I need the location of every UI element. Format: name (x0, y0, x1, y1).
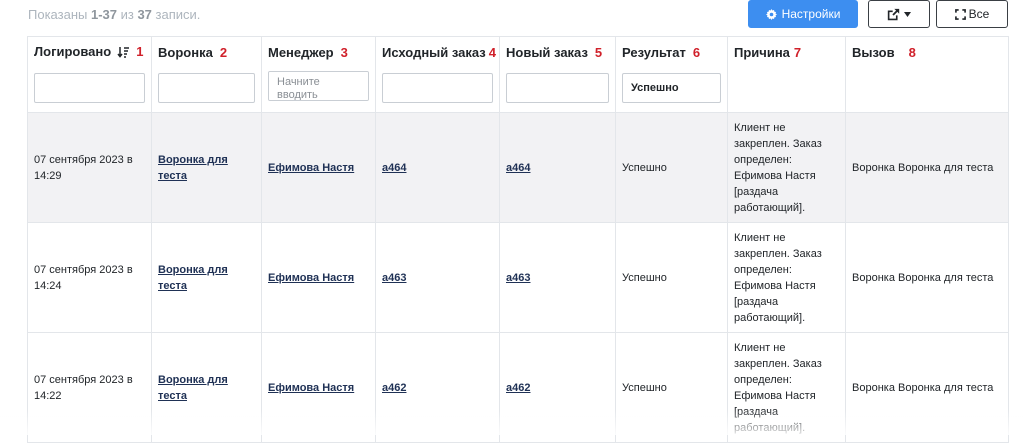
cell-manager: Ефимова Настя (261, 112, 376, 223)
column-header-manager[interactable]: Менеджер 3 (261, 36, 376, 69)
filter-manager-input[interactable] (268, 70, 369, 101)
column-label: Менеджер (268, 45, 334, 61)
column-number: 3 (340, 45, 348, 61)
column-header-logged[interactable]: Логировано 1 (27, 36, 152, 69)
filter-new-order-input[interactable] (506, 73, 609, 104)
cell-reason: Клиент не закреплен. Заказ определен: Еф… (727, 112, 846, 223)
filter-logged-input[interactable] (34, 73, 145, 104)
count-range: 1-37 (90, 7, 117, 22)
cell-source-order: a464 (375, 112, 500, 223)
new-order-link[interactable]: a464 (506, 162, 530, 174)
cell-funnel: Воронка для теста (151, 222, 262, 333)
table-row: 07 сентября 2023 в 14:29 Воронка для тес… (27, 112, 1009, 223)
filter-row: Успешно (27, 68, 1009, 113)
count-middle: из (117, 7, 138, 22)
column-label: Новый заказ (506, 45, 588, 61)
column-header-reason[interactable]: Причина 7 (727, 36, 846, 69)
count-prefix: Показаны (28, 7, 91, 22)
manager-link[interactable]: Ефимова Настя (268, 382, 354, 394)
filter-result-value: Успешно (631, 82, 679, 95)
manager-link[interactable]: Ефимова Настя (268, 162, 354, 174)
cell-new-order: a464 (499, 112, 616, 223)
source-order-link[interactable]: a463 (382, 272, 406, 284)
filter-cell (375, 68, 500, 113)
column-number: 6 (692, 45, 701, 61)
log-table: Логировано 1 Воронка 2 Менеджер 3 Исходный … (27, 36, 1009, 443)
toolbar: Показаны 1-37 из 37 записи. Настройки Вс… (0, 0, 1024, 36)
fullscreen-icon (954, 8, 966, 20)
filter-cell (261, 68, 376, 113)
cell-new-order: a463 (499, 222, 616, 333)
column-number: 7 (793, 45, 802, 61)
header-row: Логировано 1 Воронка 2 Менеджер 3 Исходный … (27, 36, 1009, 69)
cell-source-order: a463 (375, 222, 500, 333)
count-total: 37 (137, 7, 152, 22)
column-label: Исходный заказ (382, 45, 486, 61)
filter-cell (499, 68, 616, 113)
filter-source-order-input[interactable] (382, 73, 493, 104)
table-row: 07 сентября 2023 в 14:24 Воронка для тес… (27, 222, 1009, 333)
cell-funnel: Воронка для теста (151, 112, 262, 223)
column-number: 4 (488, 45, 496, 61)
manager-link[interactable]: Ефимова Настя (268, 272, 354, 284)
gear-icon (765, 8, 777, 20)
show-all-label: Все (968, 7, 990, 21)
funnel-link[interactable]: Воронка для теста (158, 374, 228, 402)
column-label: Логировано (34, 44, 112, 60)
new-order-link[interactable]: a462 (506, 382, 530, 394)
column-number: 8 (908, 45, 916, 61)
column-header-result[interactable]: Результат 6 (615, 36, 728, 69)
cell-call: Воронка Воронка для теста (845, 222, 1009, 333)
count-suffix: записи. (151, 7, 201, 22)
column-header-call[interactable]: Вызов 8 (845, 36, 1009, 69)
filter-cell (27, 68, 152, 113)
column-label: Воронка (158, 45, 213, 61)
column-header-source-order[interactable]: Исходный заказ 4 (375, 36, 500, 69)
filter-cell (151, 68, 262, 113)
filter-cell: Успешно (615, 68, 728, 113)
filter-cell (845, 68, 1009, 113)
funnel-link[interactable]: Воронка для теста (158, 154, 228, 182)
cell-reason: Клиент не закреплен. Заказ определен: Еф… (727, 222, 846, 333)
filter-funnel-input[interactable] (158, 73, 255, 104)
column-header-new-order[interactable]: Новый заказ 5 (499, 36, 616, 69)
funnel-link[interactable]: Воронка для теста (158, 264, 228, 292)
caret-down-icon (904, 11, 911, 17)
cell-logged: 07 сентября 2023 в 14:24 (27, 222, 152, 333)
column-label: Вызов (852, 45, 895, 61)
export-dropdown-button[interactable] (868, 0, 930, 28)
cell-manager: Ефимова Настя (261, 222, 376, 333)
settings-button[interactable]: Настройки (748, 0, 858, 28)
cell-call: Воронка Воронка для теста (845, 112, 1009, 223)
external-link-icon (887, 8, 900, 21)
column-number: 1 (136, 44, 144, 60)
cell-result: Успешно (615, 112, 728, 223)
show-all-button[interactable]: Все (936, 0, 1008, 28)
column-number: 5 (594, 45, 603, 61)
filter-result-select[interactable]: Успешно (622, 73, 721, 104)
sort-desc-icon[interactable] (117, 46, 130, 61)
cell-logged: 07 сентября 2023 в 14:29 (27, 112, 152, 223)
filter-cell (727, 68, 846, 113)
settings-label: Настройки (781, 7, 841, 21)
records-count: Показаны 1-37 из 37 записи. (28, 7, 200, 22)
column-header-funnel[interactable]: Воронка 2 (151, 36, 262, 69)
source-order-link[interactable]: a464 (382, 162, 406, 174)
column-label: Результат (622, 45, 686, 61)
column-label: Причина (734, 45, 790, 61)
scroll-fade (0, 409, 1024, 435)
cell-result: Успешно (615, 222, 728, 333)
new-order-link[interactable]: a463 (506, 272, 530, 284)
source-order-link[interactable]: a462 (382, 382, 406, 394)
column-number: 2 (219, 45, 228, 61)
